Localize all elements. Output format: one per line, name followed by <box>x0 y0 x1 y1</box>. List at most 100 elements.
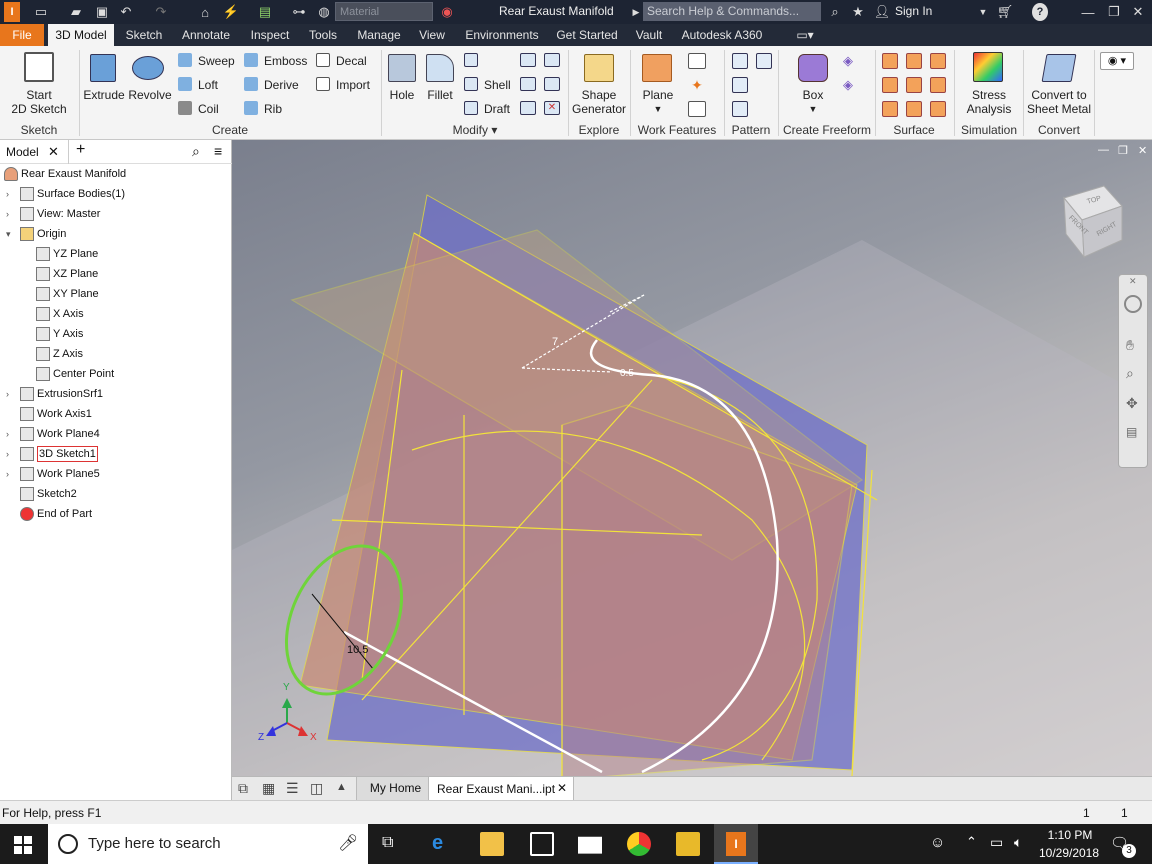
draft-button[interactable]: Draft <box>484 102 510 116</box>
favorites-icon[interactable]: ★ <box>849 3 867 21</box>
freeform-edit-icon[interactable]: ◈ <box>840 53 856 69</box>
loft-icon[interactable] <box>178 77 192 91</box>
sign-in-button[interactable]: Sign In <box>895 4 932 18</box>
patch-icon[interactable] <box>930 53 946 69</box>
cart-icon[interactable]: 🛒︎ <box>996 3 1014 21</box>
material-dropdown[interactable]: Material <box>335 2 433 21</box>
convert-label[interactable]: Convert to <box>1026 88 1092 102</box>
group-modify[interactable]: Modify ▾ <box>384 123 566 137</box>
shape-generator-label[interactable]: Shape <box>572 88 626 102</box>
store-icon[interactable] <box>530 832 554 856</box>
tree-item[interactable]: Rear Exaust Manifold <box>0 165 232 183</box>
axis-icon[interactable] <box>688 53 706 69</box>
extend-icon[interactable] <box>906 101 922 117</box>
zoom-icon[interactable]: ⌕ <box>1126 365 1134 382</box>
tab-sketch[interactable]: Sketch <box>119 24 169 46</box>
replace-face-icon[interactable] <box>930 101 946 117</box>
undo-icon[interactable]: ↶ <box>117 3 135 21</box>
revolve-icon[interactable] <box>132 56 164 80</box>
select-icon[interactable]: ▤ <box>256 3 274 21</box>
dimension-label-1[interactable]: 7 <box>552 336 558 348</box>
stress-analysis-icon[interactable] <box>973 52 1003 82</box>
show-hidden-icons[interactable]: ⌃ <box>966 834 977 850</box>
draft-icon[interactable] <box>464 101 478 115</box>
help-icon[interactable]: ? <box>1032 3 1048 21</box>
import-button[interactable]: Import <box>336 78 370 92</box>
start-sketch-label[interactable]: Start <box>4 88 74 102</box>
inventor-taskbar-button[interactable]: I <box>714 824 758 864</box>
shell-button[interactable]: Shell <box>484 78 511 92</box>
expand-right-icon[interactable]: › <box>6 210 14 219</box>
network-icon[interactable]: ▭ <box>990 834 1003 851</box>
close-document-icon[interactable]: ✕ <box>557 781 567 795</box>
coil-button[interactable]: Coil <box>198 102 219 116</box>
derive-icon[interactable] <box>244 77 258 91</box>
chamfer-icon[interactable] <box>464 53 478 67</box>
tab-annotate[interactable]: Annotate <box>175 24 237 46</box>
update-icon[interactable]: ⚡ <box>222 3 240 21</box>
tree-item[interactable]: › Work Plane4 <box>0 425 232 443</box>
hole-icon[interactable] <box>388 54 416 82</box>
chevron-down-icon[interactable]: ▼ <box>978 3 988 21</box>
shell-icon[interactable] <box>464 77 478 91</box>
expand-right-icon[interactable]: › <box>6 190 14 199</box>
restore-icon[interactable]: ❐ <box>1104 3 1124 21</box>
arrange-horizontal-icon[interactable]: ☰ <box>286 780 299 797</box>
tab-active-document[interactable]: Rear Exaust Mani...ipt ✕ <box>428 777 574 800</box>
plane-button[interactable]: Plane <box>636 88 680 102</box>
extrude-button[interactable]: Extrude <box>82 88 126 102</box>
nav-close-icon[interactable]: ✕ <box>1129 276 1137 287</box>
rib-icon[interactable] <box>244 101 258 115</box>
tree-item[interactable]: Z Axis <box>0 345 232 363</box>
start-2d-sketch-icon[interactable] <box>24 52 54 82</box>
tree-item[interactable]: ▾ Origin <box>0 225 232 243</box>
tree-item[interactable]: Center Point <box>0 365 232 383</box>
media-app-icon[interactable] <box>676 832 700 856</box>
tree-item[interactable]: › Work Plane5 <box>0 465 232 483</box>
fillet-icon[interactable] <box>426 54 454 82</box>
ruled-surface-icon[interactable] <box>906 77 922 93</box>
tab-get-started[interactable]: Get Started <box>552 24 622 46</box>
rectangular-pattern-icon[interactable] <box>732 53 748 69</box>
tab-inspect[interactable]: Inspect <box>243 24 297 46</box>
search-icon[interactable]: ⌕ <box>192 143 200 160</box>
taskbar-search-box[interactable]: Type here to search 🎤︎ <box>48 824 368 864</box>
tree-item[interactable]: › Surface Bodies(1) <box>0 185 232 203</box>
save-icon[interactable]: ▣ <box>93 3 111 21</box>
shape-generator-label-2[interactable]: Generator <box>572 102 626 116</box>
tree-item[interactable]: › View: Master <box>0 205 232 223</box>
browser-tab-model[interactable]: Model <box>6 145 39 159</box>
revolve-button[interactable]: Revolve <box>126 88 174 102</box>
model-canvas[interactable] <box>232 140 1152 776</box>
close-tab-icon[interactable]: ✕ <box>48 144 59 160</box>
arrange-vertical-icon[interactable]: ◫ <box>310 780 323 797</box>
windows-start-icon[interactable] <box>14 836 32 854</box>
open-folder-icon[interactable]: ▰ <box>67 3 85 21</box>
inventor-logo[interactable]: I <box>4 2 20 22</box>
ucs-icon[interactable] <box>688 101 706 117</box>
delete-face-icon[interactable]: ✕ <box>544 101 560 115</box>
shape-generator-icon[interactable] <box>584 54 614 82</box>
pan-icon[interactable]: ✋︎ <box>1126 337 1134 354</box>
tab-3d-model[interactable]: 3D Model <box>48 24 114 46</box>
split-icon[interactable] <box>544 53 560 67</box>
combine-icon[interactable] <box>520 77 536 91</box>
edge-icon[interactable]: e <box>432 832 443 855</box>
search-input[interactable]: Search Help & Commands... <box>643 2 821 21</box>
decal-icon[interactable] <box>316 53 330 67</box>
steering-wheel-icon[interactable] <box>1124 295 1142 313</box>
sculpt-icon[interactable] <box>882 77 898 93</box>
loft-button[interactable]: Loft <box>198 78 218 92</box>
expand-right-icon[interactable]: › <box>6 470 14 479</box>
stress-analysis-label-2[interactable]: Analysis <box>958 102 1020 116</box>
expand-right-icon[interactable]: › <box>6 430 14 439</box>
microphone-icon[interactable]: 🎤︎ <box>338 833 358 853</box>
extrude-icon[interactable] <box>90 54 116 82</box>
tab-environments[interactable]: Environments <box>458 24 546 46</box>
home-icon[interactable]: ⌂ <box>196 3 214 21</box>
hole-button[interactable]: Hole <box>384 88 420 102</box>
viewport-restore-icon[interactable]: ❐ <box>1118 144 1128 157</box>
look-at-icon[interactable]: ▤ <box>1126 425 1137 439</box>
close-icon[interactable]: ✕ <box>1128 3 1148 21</box>
tree-item[interactable]: XY Plane <box>0 285 232 303</box>
